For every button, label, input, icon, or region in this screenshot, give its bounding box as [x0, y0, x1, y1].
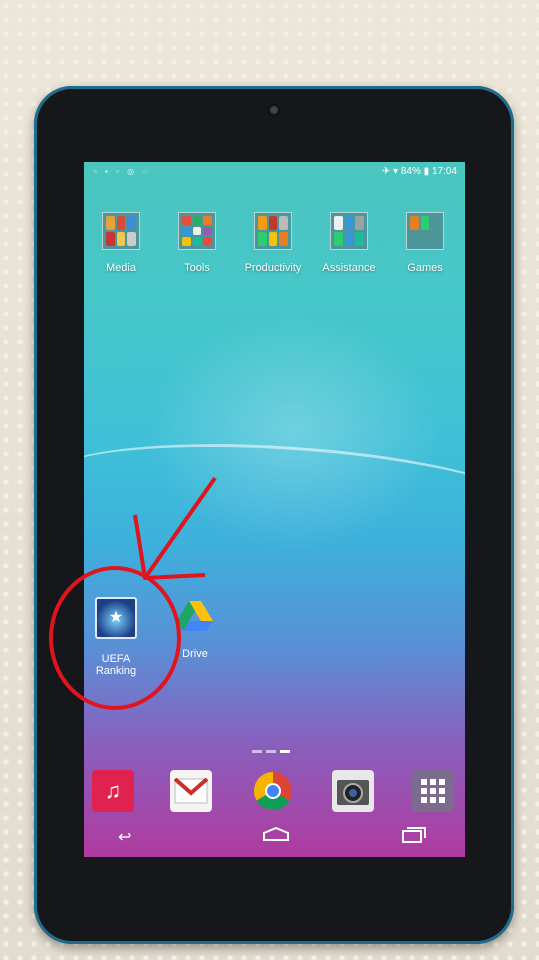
dock-chrome[interactable] — [252, 770, 294, 812]
app-uefa-ranking[interactable]: ★ UEFA Ranking — [90, 597, 142, 677]
clock: 17:04 — [431, 166, 457, 177]
folder-assistance[interactable]: Assistance — [314, 212, 384, 274]
recents-button[interactable] — [402, 827, 426, 848]
chrome-icon — [253, 771, 292, 811]
music-icon: ♫ — [104, 778, 122, 803]
folder-productivity-icon — [254, 212, 292, 250]
page-dot-3[interactable] — [280, 750, 290, 753]
folder-media[interactable]: Media — [86, 212, 156, 274]
page-dot-2[interactable] — [266, 750, 276, 753]
gmail-icon — [174, 778, 208, 804]
front-camera — [268, 104, 280, 116]
home-icon — [263, 826, 289, 841]
back-button[interactable]: ↩ — [118, 827, 131, 847]
home-screen: ▫ ▪ ▫ ◎ ◌ ✈ ▾ 84% ▮ 17:04 Media Tools Pr… — [84, 162, 465, 857]
uefa-ranking-icon: ★ — [95, 597, 137, 639]
folder-tools[interactable]: Tools — [162, 212, 232, 274]
recents-icon — [402, 827, 426, 843]
uefa-label-line2: Ranking — [95, 665, 137, 677]
folder-tools-label: Tools — [184, 262, 210, 274]
home-button[interactable] — [262, 826, 290, 846]
status-bar: ▫ ▪ ▫ ◎ ◌ ✈ ▾ 84% ▮ 17:04 — [84, 162, 465, 182]
apps-grid-icon — [421, 779, 445, 803]
page-dot-1[interactable] — [252, 750, 262, 753]
battery-level: 84% — [400, 166, 421, 177]
folder-assistance-label: Assistance — [322, 262, 376, 274]
dock-music[interactable]: ♫ — [92, 770, 134, 812]
dock-camera[interactable] — [332, 770, 374, 812]
folder-productivity-label: Productivity — [244, 262, 302, 274]
battery-icon: ▮ — [423, 166, 430, 177]
uefa-label-line1: UEFA — [101, 653, 131, 665]
drive-label: Drive — [182, 648, 208, 660]
notification-icons: ▫ ▪ ▫ ◎ ◌ — [94, 167, 151, 176]
back-icon: ↩ — [118, 829, 132, 846]
page-indicator — [250, 740, 292, 758]
folder-games-label: Games — [407, 262, 443, 274]
folder-games[interactable]: Games — [390, 212, 460, 274]
app-drive[interactable]: Drive — [172, 599, 218, 660]
folder-tools-icon — [178, 212, 216, 250]
dock-gmail[interactable] — [170, 770, 212, 812]
drive-icon — [177, 601, 213, 631]
folder-media-icon — [102, 212, 140, 250]
folder-assistance-icon — [330, 212, 368, 250]
camera-icon — [337, 780, 369, 805]
folder-productivity[interactable]: Productivity — [238, 212, 308, 274]
folder-games-icon — [406, 212, 444, 250]
folder-media-label: Media — [106, 262, 136, 274]
dock-apps[interactable] — [412, 770, 454, 812]
signal-icon: ✈ ▾ — [381, 166, 399, 177]
status-right: ✈ ▾ 84% ▮ 17:04 — [382, 166, 457, 177]
